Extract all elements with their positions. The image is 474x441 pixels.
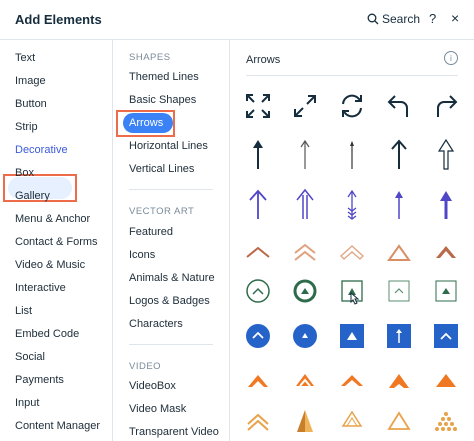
panel-header: Add Elements Search ? × [0,0,474,40]
gold-diamond-icon[interactable] [334,402,370,438]
blue-circle-triangle-icon[interactable] [287,318,323,354]
shapes-heading: SHAPES [129,52,171,63]
green-square-triangle-icon[interactable] [334,273,370,309]
orange-triangle-icon[interactable] [240,362,276,398]
sub-animals-nature[interactable]: Animals & Nature [129,272,215,284]
refresh-icon[interactable] [334,88,370,124]
purple-up-arrow-icon[interactable] [240,186,276,222]
gold-triangle-outline-icon[interactable] [381,402,417,438]
orange-double-chevron-icon[interactable] [287,362,323,398]
category-menu-anchor[interactable]: Menu & Anchor [15,213,90,225]
panel-title: Add Elements [15,12,102,27]
category-image[interactable]: Image [15,75,46,87]
blue-square-arrow-icon[interactable] [381,318,417,354]
category-content-manager[interactable]: Content Manager [15,420,100,432]
category-list: Text Image Button Strip Decorative Box G… [0,40,113,441]
divider [129,344,213,345]
category-video-music[interactable]: Video & Music [15,259,85,271]
category-text[interactable]: Text [15,52,35,64]
category-box[interactable]: Box [15,167,34,179]
sub-logos-badges[interactable]: Logos & Badges [129,295,210,307]
divider [129,189,213,190]
green-square-outline-chevron-icon[interactable] [381,273,417,309]
green-square-triangle-2-icon[interactable] [428,273,464,309]
sub-vertical-lines[interactable]: Vertical Lines [129,163,194,175]
blue-square-triangle-icon[interactable] [334,318,370,354]
info-icon[interactable]: i [444,51,458,65]
thick-up-arrow-icon[interactable] [240,136,276,172]
category-gallery[interactable]: Gallery [15,190,50,202]
bold-up-arrow-icon[interactable] [381,136,417,172]
outline-up-arrow-icon[interactable] [428,136,464,172]
sub-horizontal-lines[interactable]: Horizontal Lines [129,140,208,152]
category-list-item[interactable]: List [15,305,32,317]
help-icon[interactable]: ? [429,11,436,26]
search-icon [367,13,379,25]
brown-double-chevron-icon[interactable] [287,234,323,270]
category-social[interactable]: Social [15,351,45,363]
orange-chevron-icon[interactable] [334,362,370,398]
brown-chevron-up-icon[interactable] [428,234,464,270]
sub-videobox[interactable]: VideoBox [129,380,176,392]
thin-up-arrow-icon[interactable] [287,136,323,172]
purple-thin-arrow-icon[interactable] [381,186,417,222]
category-strip[interactable]: Strip [15,121,38,133]
brown-outline-chevron-icon[interactable] [334,234,370,270]
purple-feather-arrow-icon[interactable] [334,186,370,222]
category-decorative[interactable]: Decorative [15,144,68,156]
blue-square-chevron-icon[interactable] [428,318,464,354]
add-elements-panel: Add Elements Search ? × Text Image Butto… [0,0,474,441]
subcategory-list: SHAPES Themed Lines Basic Shapes Arrows … [113,40,230,441]
brown-triangle-outline-icon[interactable] [381,234,417,270]
sub-arrows[interactable]: Arrows [129,117,163,129]
orange-triangle-2-icon[interactable] [428,362,464,398]
gold-double-chevron-icon[interactable] [240,402,276,438]
section-title: Arrows [246,54,281,66]
vector-art-heading: VECTOR ART [129,206,195,217]
sub-themed-lines[interactable]: Themed Lines [129,71,199,83]
green-circle-chevron-icon[interactable] [240,273,276,309]
purple-bold-arrow-icon[interactable] [428,186,464,222]
blue-circle-chevron-icon[interactable] [240,318,276,354]
search-label: Search [382,12,421,26]
gold-pyramid-icon[interactable] [287,402,323,438]
search-button[interactable]: Search [367,12,420,26]
redo-arrow-icon[interactable] [428,88,464,124]
sub-basic-shapes[interactable]: Basic Shapes [129,94,196,106]
category-input[interactable]: Input [15,397,39,409]
category-payments[interactable]: Payments [15,374,64,386]
category-button[interactable]: Button [15,98,47,110]
sub-video-mask[interactable]: Video Mask [129,403,186,415]
purple-double-line-arrow-icon[interactable] [287,186,323,222]
green-circle-triangle-icon[interactable] [287,273,323,309]
category-interactive[interactable]: Interactive [15,282,66,294]
thin-up-arrow-2-icon[interactable] [334,136,370,172]
brown-chevron-icon[interactable] [240,234,276,270]
video-heading: VIDEO [129,361,162,372]
category-contact-forms[interactable]: Contact & Forms [15,236,98,248]
diagonal-expand-icon[interactable] [287,88,323,124]
category-embed-code[interactable]: Embed Code [15,328,79,340]
divider [246,75,458,76]
arrows-gallery: Arrows i [230,40,474,441]
gold-dots-triangle-icon[interactable] [428,402,464,438]
sub-featured[interactable]: Featured [129,226,173,238]
orange-arrow-triangle-icon[interactable] [381,362,417,398]
close-icon[interactable]: × [451,10,459,26]
sub-transparent-video[interactable]: Transparent Video [129,426,219,438]
expand-arrows-icon[interactable] [240,88,276,124]
undo-arrow-icon[interactable] [381,88,417,124]
sub-characters[interactable]: Characters [129,318,183,330]
sub-icons[interactable]: Icons [129,249,155,261]
